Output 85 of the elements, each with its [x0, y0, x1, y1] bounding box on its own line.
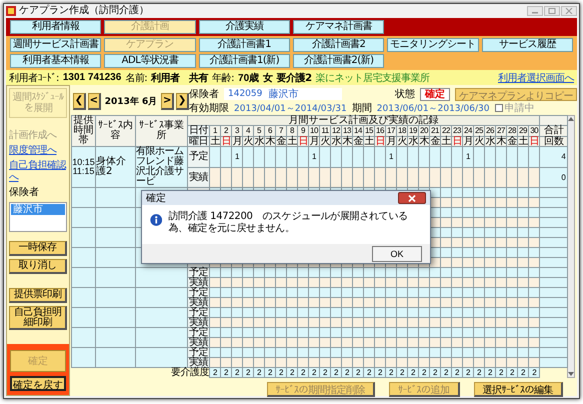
service-cell: 身体介護2 [96, 146, 136, 188]
plan-period: 2013/06/01～2013/06/30 [376, 102, 490, 114]
nav-tab[interactable]: モニタリングシート [387, 38, 479, 52]
ok-button[interactable]: OK [372, 246, 422, 262]
field-label: 有効期限 [189, 102, 229, 115]
nav-tab[interactable]: 週間サービス計画書 [10, 38, 102, 52]
nav-tab[interactable]: 介護計画書1 [198, 38, 290, 52]
office-name: 楽にネット居宅支援事業所 [316, 72, 430, 84]
first-month-button[interactable]: ❮ [73, 92, 86, 110]
total-cell: 0 [540, 167, 568, 188]
row-label: 予定 [188, 328, 210, 338]
nav-tab[interactable]: ADL等状況書 [104, 54, 196, 68]
row-label: 予定 [188, 268, 210, 278]
scroll-down-icon[interactable] [568, 372, 574, 377]
previous-month-button[interactable]: < [88, 92, 101, 110]
column-header: 提供時間帯 [72, 116, 96, 146]
total-cell: 4 [540, 146, 568, 167]
field-label: 保険者 [189, 88, 219, 101]
close-icon [565, 8, 573, 14]
row-label: 予定 [188, 348, 210, 358]
time-cell: 10:15 11:15 [72, 146, 96, 188]
care-level: 要介護2 [276, 72, 312, 84]
field-label: 利用者ｺｰﾄﾞ: [9, 72, 59, 84]
row-label: 実績 [188, 298, 210, 308]
row-label: 予定 [188, 288, 210, 298]
row-label: 実績 [188, 338, 210, 348]
nav-tab[interactable]: 介護計画書2 [293, 38, 384, 52]
close-button[interactable] [398, 192, 426, 204]
sidebar-button[interactable]: 取り消し [9, 259, 67, 274]
sidebar-button[interactable]: 提供票印刷 [9, 288, 67, 303]
scroll-up-icon[interactable] [568, 116, 574, 121]
sidebar-link[interactable]: 限度管理へ [9, 145, 67, 157]
insurer-label: 保険者 [9, 187, 40, 199]
row-label: 予定 [188, 146, 210, 167]
dialog-message: 訪問介護 1472200 のスケジュールが展開されている為、確定を元に戻せません。 [168, 211, 409, 235]
info-icon [150, 211, 162, 229]
insurer-number: 142059 [228, 89, 262, 99]
next-month-button[interactable]: > [161, 92, 174, 110]
user-code: 1301 741236 [62, 72, 122, 83]
nav-tab[interactable]: 介護実績 [198, 20, 290, 34]
nav-tab[interactable]: 介護計画書1(新) [198, 54, 290, 68]
minimize-button[interactable] [527, 6, 543, 16]
nav-tab[interactable]: 利用者情報 [10, 20, 102, 34]
nav-tab[interactable]: 利用者基本情報 [10, 54, 102, 68]
field-label: 状態 [395, 88, 415, 101]
row-label: 実績 [188, 358, 210, 368]
dialog-title: 確定 [146, 192, 166, 205]
user-select-link[interactable]: 利用者選択画面へ [498, 70, 574, 84]
row-label: 予定 [188, 308, 210, 318]
window-title: ケアプラン作成（訪問介護） [19, 5, 149, 17]
sidebar-button[interactable]: 一時保存 [9, 241, 67, 256]
table-cell: 2 [210, 368, 220, 378]
maximize-button[interactable] [544, 6, 560, 16]
schedule-title: 月間サービス計画及び実績の記録 [188, 116, 540, 126]
last-month-button[interactable]: ❯ [176, 92, 190, 110]
column-header: 回数 [540, 136, 568, 146]
column-header: ｻｰﾋﾞｽ事業所 [136, 116, 188, 146]
row-label: 実績 [188, 167, 210, 188]
column-header: 日付 [188, 126, 210, 136]
field-label: 期間 [352, 102, 372, 114]
sidebar-button[interactable]: 自己負担明細印刷 [9, 306, 67, 330]
column-header: ｻｰﾋﾞｽ内容 [96, 116, 136, 146]
nav-tab[interactable]: サービス履歴 [482, 38, 573, 52]
row-label: 実績 [188, 318, 210, 328]
user-age: 70歳 [238, 72, 260, 84]
field-label: 名前: [125, 72, 148, 84]
action-button[interactable]: 選択ｻｰﾋﾞｽの編集 [474, 382, 563, 397]
valid-period: 2013/04/01～2014/03/31 [234, 102, 347, 114]
month-label: 2013年 6月 [104, 96, 158, 108]
row-label: 要介護度 [72, 368, 210, 378]
nav-tab[interactable]: 介護計画書2(新) [293, 54, 384, 68]
column-header: 曜日 [188, 136, 210, 146]
row-label: 実績 [188, 278, 210, 288]
sidebar-link[interactable]: 自己負担確認へ [9, 160, 67, 184]
confirm-button[interactable]: 確定を戻す [10, 376, 66, 391]
provider-cell: 有限ホームフレンド藤沢北介護サービ [136, 146, 188, 188]
field-label: 年齢: [212, 72, 234, 84]
user-sex: 女 [263, 72, 273, 84]
close-icon [408, 194, 416, 202]
insurer-name: 藤沢市 [268, 88, 298, 101]
maximize-icon [548, 8, 556, 14]
nav-tab[interactable]: ケアマネ計画書 [293, 20, 384, 34]
app-icon [6, 6, 16, 16]
status-field: 確定 [420, 88, 450, 100]
user-name: 利用者 共有 [151, 72, 208, 84]
